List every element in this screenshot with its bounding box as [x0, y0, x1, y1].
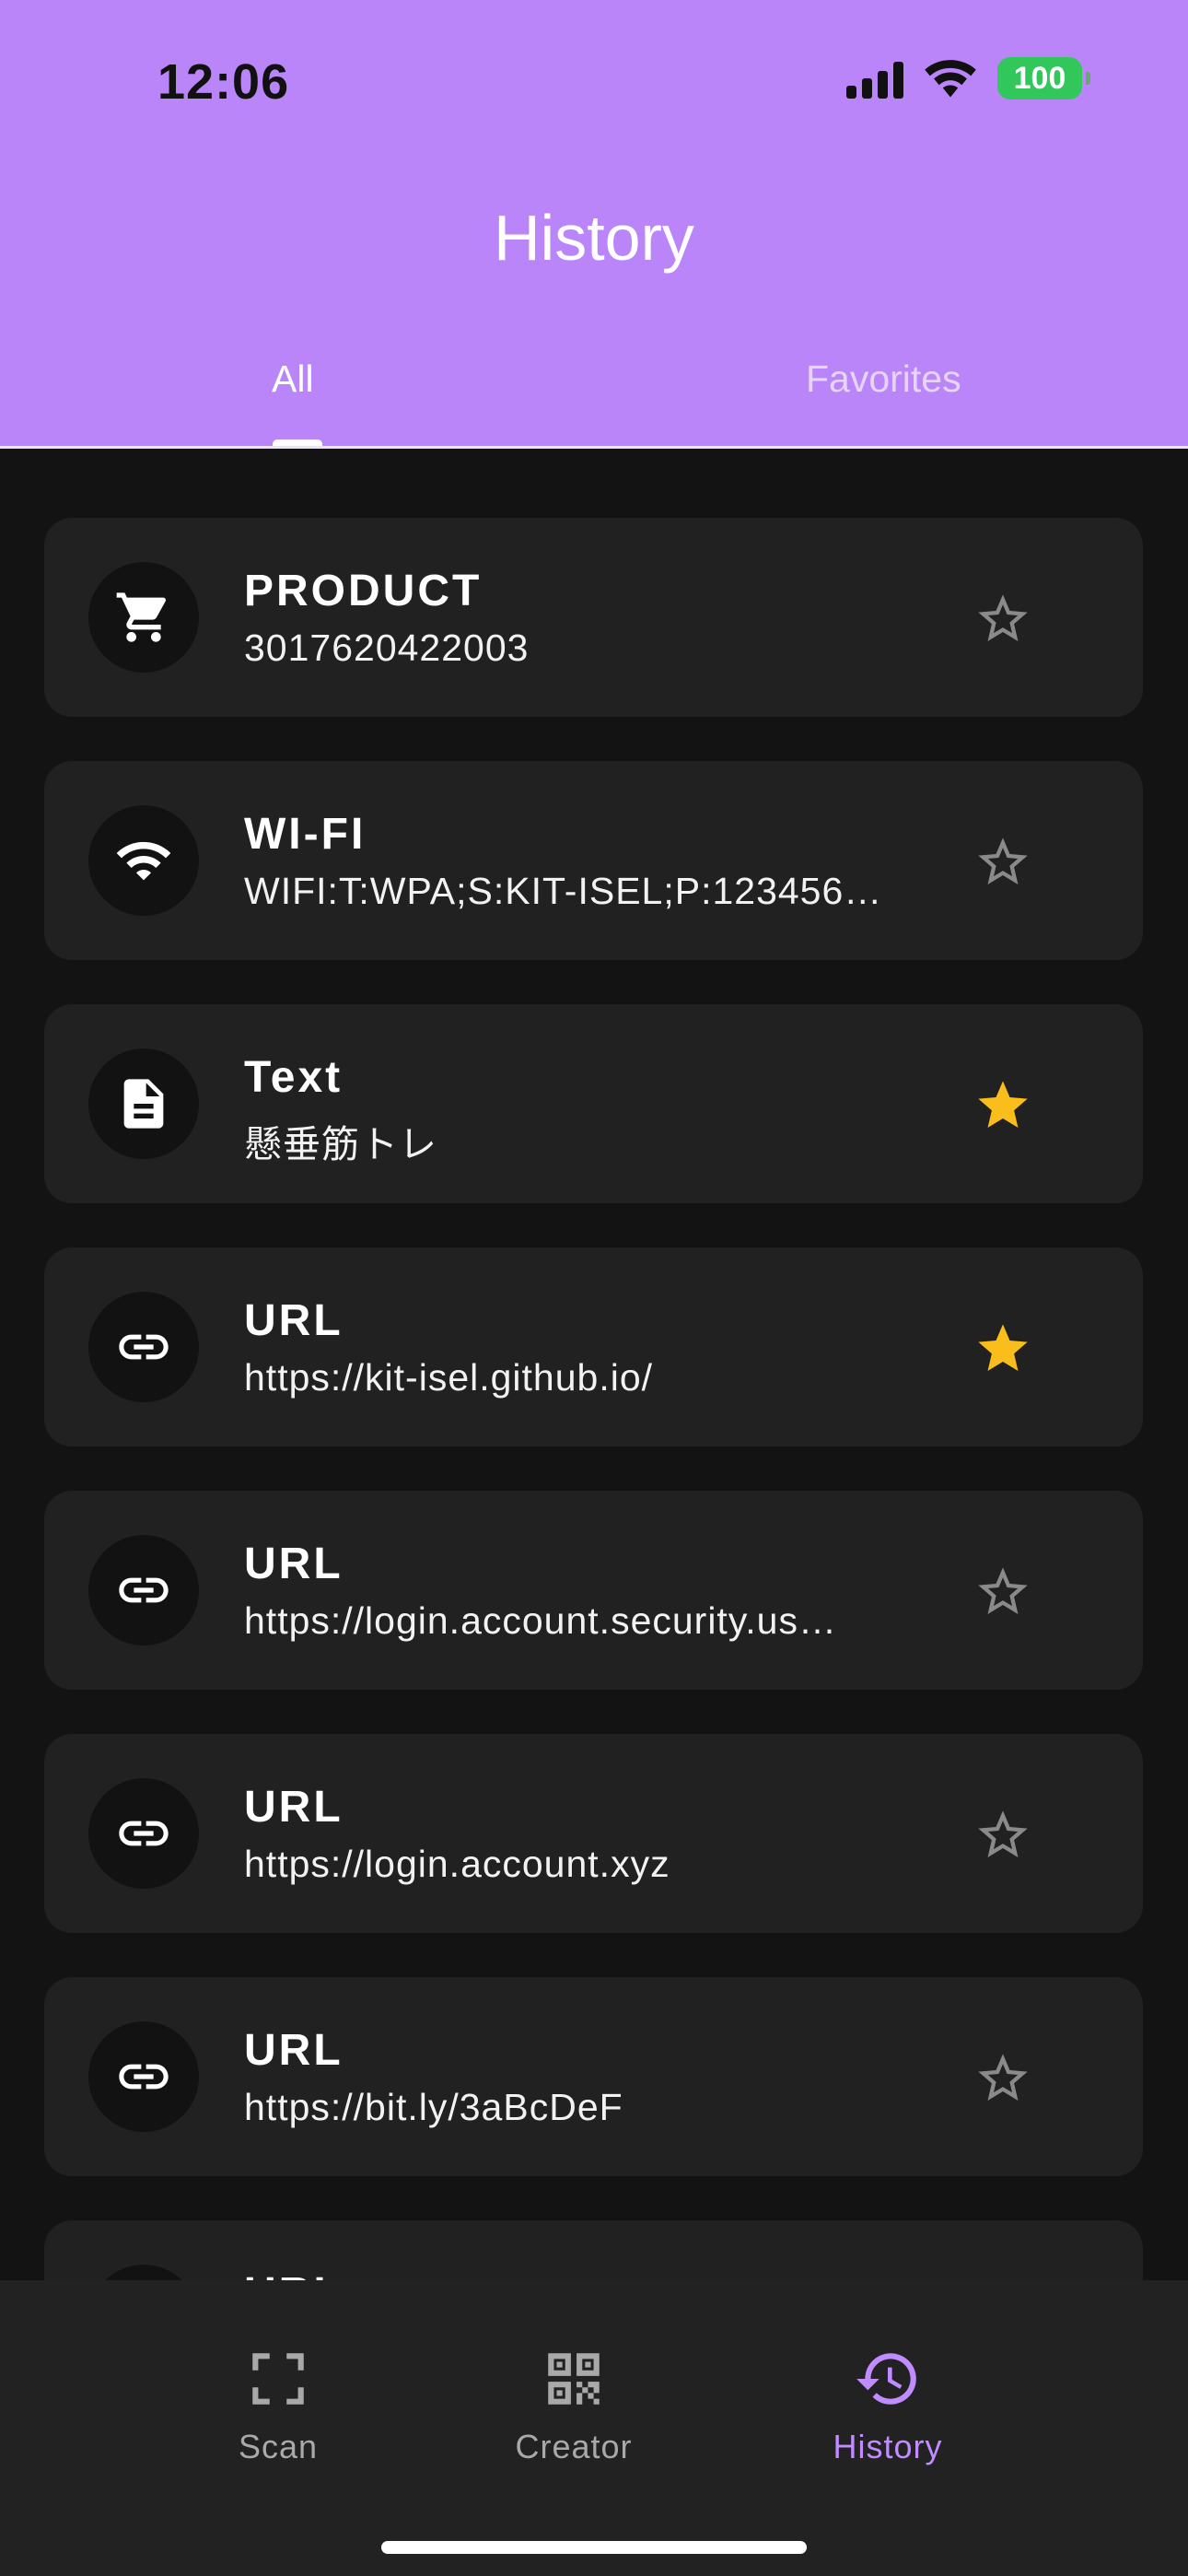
history-item-text[interactable]: Text 懸垂筋トレ [44, 1004, 1143, 1203]
link-icon [88, 1292, 199, 1402]
history-item-url[interactable]: URL [44, 2220, 1143, 2280]
app-header: 12:06 100 History All Favorites [0, 0, 1188, 449]
link-icon [88, 1778, 199, 1889]
nav-history[interactable]: History [786, 2345, 989, 2466]
history-item-url[interactable]: URL https://login.account.xyz [44, 1734, 1143, 1933]
item-type: Text [244, 1053, 344, 1102]
bottom-navigation: Scan Creator History [0, 2280, 1188, 2576]
star-outline-icon[interactable] [973, 833, 1032, 892]
star-outline-icon[interactable] [973, 1806, 1032, 1865]
cellular-signal-icon [846, 58, 903, 99]
history-item-url[interactable]: URL https://login.account.security.us… [44, 1491, 1143, 1690]
document-icon [88, 1048, 199, 1159]
link-icon [88, 2265, 199, 2280]
nav-creator[interactable]: Creator [472, 2345, 675, 2466]
item-type: URL [244, 1296, 344, 1345]
nav-label: Creator [515, 2428, 633, 2465]
item-type: URL [244, 2026, 344, 2075]
item-value: WIFI:T:WPA;S:KIT-ISEL;P:123456… [244, 870, 883, 912]
item-type: WI-FI [244, 810, 367, 859]
home-indicator[interactable] [381, 2541, 807, 2554]
history-icon [856, 2353, 916, 2405]
history-item-product[interactable]: PRODUCT 3017620422003 [44, 518, 1143, 717]
item-type: PRODUCT [244, 567, 483, 615]
history-item-url[interactable]: URL https://kit-isel.github.io/ [44, 1247, 1143, 1446]
item-value: 懸垂筋トレ [244, 1123, 437, 1165]
star-outline-icon[interactable] [973, 590, 1032, 649]
item-type: URL [244, 2268, 344, 2280]
scan-icon [252, 2353, 304, 2405]
star-outline-icon[interactable] [973, 2049, 1032, 2108]
nav-label: Scan [238, 2428, 319, 2465]
page-title: History [494, 202, 694, 274]
tab-all[interactable]: All [272, 357, 314, 401]
item-value: https://login.account.security.us… [244, 1599, 837, 1642]
item-value: https://kit-isel.github.io/ [244, 1356, 654, 1399]
status-icons: 100 [846, 57, 1090, 100]
history-list[interactable]: PRODUCT 3017620422003 WI-FI WIFI:T:WPA;S… [0, 449, 1188, 2280]
link-icon [88, 1535, 199, 1645]
item-value: https://bit.ly/3aBcDeF [244, 2086, 623, 2128]
link-icon [88, 2021, 199, 2132]
history-item-url[interactable]: URL https://bit.ly/3aBcDeF [44, 1977, 1143, 2176]
qr-code-icon [548, 2353, 600, 2405]
status-time: 12:06 [157, 54, 290, 110]
item-value: https://login.account.xyz [244, 1843, 670, 1885]
cart-icon [88, 562, 199, 673]
battery-indicator: 100 [997, 57, 1090, 100]
star-filled-icon[interactable] [973, 1319, 1032, 1378]
wifi-icon [88, 805, 199, 916]
star-filled-icon[interactable] [973, 1076, 1032, 1135]
star-outline-icon[interactable] [973, 1563, 1032, 1622]
history-item-wifi[interactable]: WI-FI WIFI:T:WPA;S:KIT-ISEL;P:123456… [44, 761, 1143, 960]
item-type: URL [244, 1783, 344, 1832]
item-value: 3017620422003 [244, 626, 530, 669]
nav-scan[interactable]: Scan [177, 2345, 379, 2466]
tab-favorites[interactable]: Favorites [806, 357, 961, 401]
nav-label: History [833, 2428, 943, 2465]
wifi-status-icon [925, 60, 976, 98]
item-type: URL [244, 1540, 344, 1588]
